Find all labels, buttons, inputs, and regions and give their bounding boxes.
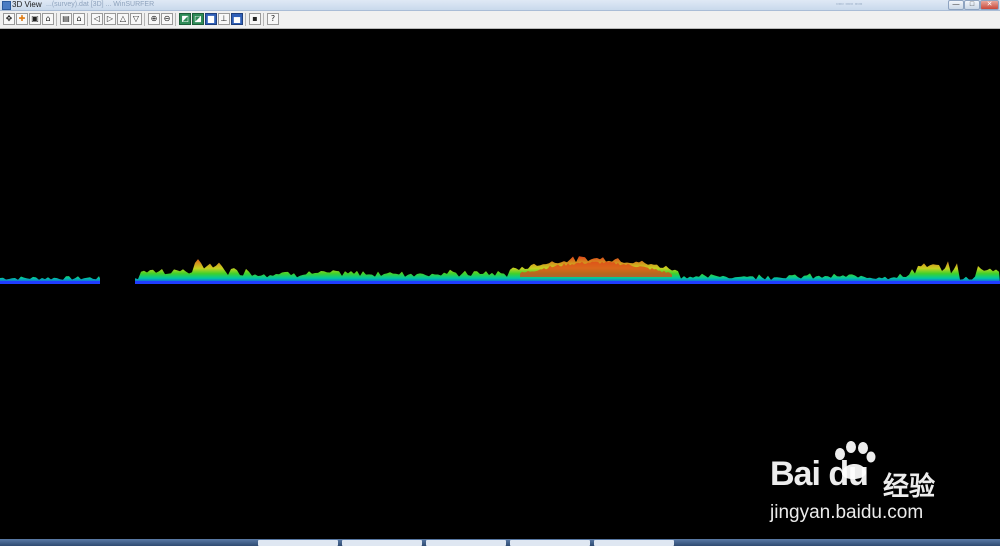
axis-icon[interactable]: ⊥ — [218, 13, 230, 25]
taskbar-item[interactable] — [342, 540, 422, 546]
save-icon[interactable]: ▪ — [249, 13, 261, 25]
move-arrows-icon[interactable]: ✥ — [3, 13, 15, 25]
window-title-bar[interactable]: 3D View ...(survey).dat [3D] ... WinSURF… — [0, 0, 1000, 11]
toolbar-separator — [144, 13, 145, 26]
minimize-button[interactable]: — — [948, 0, 964, 10]
taskbar-item[interactable] — [258, 540, 338, 546]
zoom-out-icon[interactable]: ⊖ — [161, 13, 173, 25]
terrain-gap — [100, 277, 135, 287]
rotate-right-icon[interactable]: ▷ — [104, 13, 116, 25]
watermark-cn-text: 经验 — [883, 472, 936, 502]
copy-view-icon[interactable]: ▣ — [29, 13, 41, 25]
terrain-peak — [520, 261, 672, 277]
toolbar-separator — [87, 13, 88, 26]
help-icon[interactable]: ? — [267, 13, 279, 25]
terrain-surface — [0, 256, 1000, 283]
zoom-in-icon[interactable]: ⊕ — [148, 13, 160, 25]
perspective-icon[interactable]: ⌂ — [42, 13, 54, 25]
scale-bar-icon[interactable]: ▅ — [231, 13, 243, 25]
toolbar: ✥ ✚ ▣ ⌂ ▤ ⌂ ◁ ▷ △ ▽ ⊕ ⊖ ◩ ◪ ▆ ⊥ ▅ ▪? — [0, 11, 1000, 29]
surface-shaded-icon[interactable]: ◪ — [192, 13, 204, 25]
tilt-up-icon[interactable]: △ — [117, 13, 129, 25]
layers-icon[interactable]: ▤ — [60, 13, 72, 25]
toolbar-separator — [175, 13, 176, 26]
baidu-watermark: Bai du 经验 jingyan.baidu.com — [770, 440, 970, 530]
app-icon — [2, 1, 11, 10]
maximize-button[interactable]: □ — [964, 0, 980, 10]
surface-grid-icon[interactable]: ◩ — [179, 13, 191, 25]
color-map-icon[interactable]: ▆ — [205, 13, 217, 25]
home-view-icon[interactable]: ⌂ — [73, 13, 85, 25]
toolbar-separator — [245, 13, 246, 26]
window-title: 3D View — [12, 0, 42, 9]
taskbar — [0, 539, 1000, 546]
watermark-logo-text: Bai du — [770, 455, 869, 493]
window-subtitle: ...(survey).dat [3D] ... WinSURFER — [46, 1, 155, 8]
toolbar-separator — [263, 13, 264, 26]
watermark-url: jingyan.baidu.com — [770, 502, 924, 523]
pan-icon[interactable]: ✚ — [16, 13, 28, 25]
terrain-base-strip — [0, 281, 1000, 284]
toolbar-separator — [56, 13, 57, 26]
taskbar-item[interactable] — [510, 540, 590, 546]
rotate-left-icon[interactable]: ◁ — [91, 13, 103, 25]
tilt-down-icon[interactable]: ▽ — [130, 13, 142, 25]
taskbar-item[interactable] — [594, 540, 674, 546]
window-title-right: ▫▫▫ ▫▫▫ ▫▫▫ — [836, 1, 863, 8]
taskbar-item[interactable] — [426, 540, 506, 546]
close-button[interactable]: ✕ — [980, 0, 999, 10]
